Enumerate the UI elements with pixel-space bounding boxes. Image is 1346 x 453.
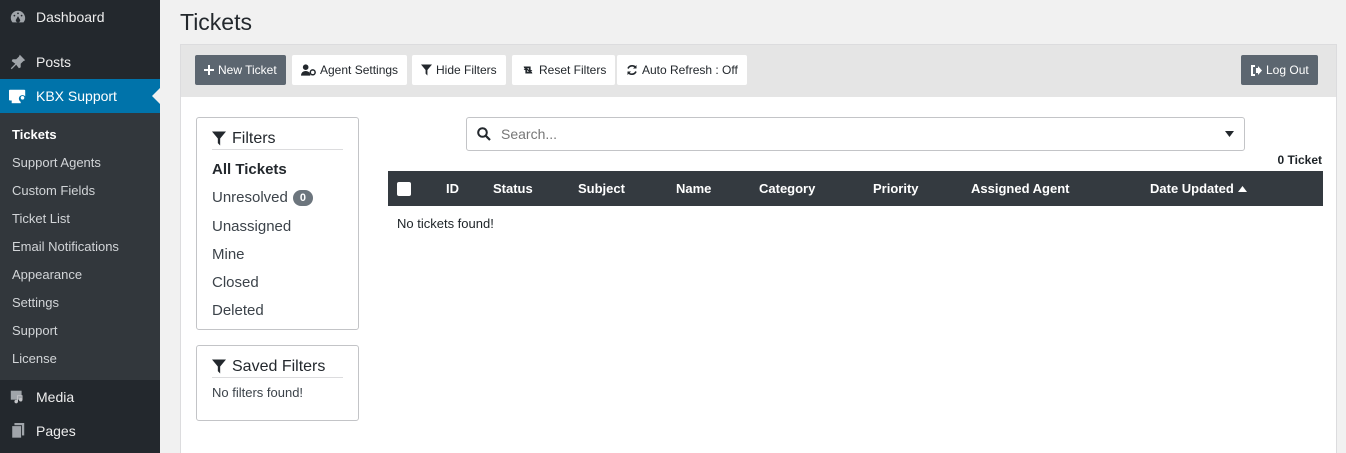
filters-heading: Filters (212, 128, 343, 150)
saved-filters-heading: Saved Filters (212, 356, 343, 378)
menu-item-media[interactable]: Media (0, 380, 160, 414)
log-out-button[interactable]: Log Out (1241, 55, 1318, 85)
tickets-table-header: ID Status Subject Name Category Priority… (388, 171, 1323, 206)
filter-unresolved[interactable]: Unresolved 0 (212, 189, 313, 206)
submenu-ticket-list[interactable]: Ticket List (12, 211, 70, 226)
reset-filters-label: Reset Filters (539, 63, 607, 77)
auto-refresh-button[interactable]: Auto Refresh : Off (617, 55, 747, 85)
caret-down-icon[interactable] (1225, 131, 1234, 137)
select-all-checkbox[interactable] (397, 182, 411, 196)
log-out-label: Log Out (1266, 63, 1309, 77)
column-status[interactable]: Status (493, 181, 533, 196)
saved-filters-box: Saved Filters No filters found! (196, 345, 359, 421)
column-date-updated-label: Date Updated (1150, 181, 1234, 196)
menu-item-pages[interactable]: Pages (0, 414, 160, 448)
filter-unresolved-label: Unresolved (212, 189, 288, 206)
filter-all-tickets[interactable]: All Tickets (212, 161, 287, 178)
menu-item-dashboard[interactable]: Dashboard (0, 0, 160, 34)
sign-out-icon (1251, 64, 1262, 76)
filter-unassigned[interactable]: Unassigned (212, 218, 291, 235)
submenu-tickets[interactable]: Tickets (12, 127, 57, 142)
filter-mine[interactable]: Mine (212, 246, 245, 263)
filters-title: Filters (232, 129, 276, 147)
filter-icon (212, 359, 226, 374)
submenu-support-agents[interactable]: Support Agents (12, 155, 101, 170)
kbx-support-submenu: Tickets Support Agents Custom Fields Tic… (0, 113, 160, 380)
column-id[interactable]: ID (446, 181, 459, 196)
column-date-updated[interactable]: Date Updated (1150, 181, 1247, 196)
column-priority[interactable]: Priority (873, 181, 919, 196)
search-input[interactable] (501, 126, 1215, 142)
page-title: Tickets (180, 9, 252, 35)
column-assigned-agent[interactable]: Assigned Agent (971, 181, 1069, 196)
unresolved-count-badge: 0 (292, 189, 313, 206)
agent-settings-button[interactable]: Agent Settings (292, 55, 408, 85)
refresh-icon (627, 65, 637, 75)
pushpin-icon (0, 53, 36, 71)
dashboard-icon (0, 8, 36, 26)
new-ticket-button[interactable]: New Ticket (195, 55, 286, 85)
reset-filters-button[interactable]: Reset Filters (512, 55, 616, 85)
user-cog-icon (301, 64, 316, 76)
menu-label-media: Media (36, 389, 75, 405)
filter-icon (421, 64, 432, 76)
menu-label-kbx-support: KBX Support (36, 88, 117, 104)
submenu-settings[interactable]: Settings (12, 295, 59, 310)
menu-label-posts: Posts (36, 54, 72, 70)
submenu-email-notifications[interactable]: Email Notifications (12, 239, 119, 254)
agent-settings-label: Agent Settings (320, 63, 399, 77)
admin-sidebar: Dashboard Posts KBX Support Tickets Supp… (0, 0, 160, 453)
submenu-appearance[interactable]: Appearance (12, 267, 82, 282)
auto-refresh-label: Auto Refresh : Off (642, 63, 738, 77)
menu-item-kbx-support[interactable]: KBX Support (0, 79, 160, 113)
column-category[interactable]: Category (759, 181, 815, 196)
menu-item-posts[interactable]: Posts (0, 45, 160, 79)
retweet-icon (523, 66, 533, 74)
column-subject[interactable]: Subject (578, 181, 625, 196)
hide-filters-button[interactable]: Hide Filters (412, 55, 506, 85)
search-icon (477, 127, 491, 141)
submenu-support[interactable]: Support (12, 323, 58, 338)
hide-filters-label: Hide Filters (436, 63, 497, 77)
ticket-count: 0 Ticket (1277, 153, 1322, 167)
sort-ascending-icon (1237, 185, 1247, 192)
menu-label-dashboard: Dashboard (36, 9, 105, 25)
saved-filters-title: Saved Filters (232, 357, 326, 375)
saved-filters-empty: No filters found! (212, 385, 304, 400)
no-tickets-message: No tickets found! (397, 216, 494, 231)
filters-box: Filters All Tickets Unresolved 0 Unassig… (196, 117, 359, 330)
column-name[interactable]: Name (676, 181, 711, 196)
submenu-license[interactable]: License (12, 351, 57, 366)
plus-icon (204, 65, 214, 75)
toolbar: New Ticket Agent Settings Hide Filters R… (181, 45, 1336, 97)
submenu-custom-fields[interactable]: Custom Fields (12, 183, 95, 198)
support-icon (0, 87, 36, 105)
media-icon (0, 388, 36, 406)
ticket-search[interactable] (466, 117, 1245, 151)
menu-label-pages: Pages (36, 423, 76, 439)
filter-deleted[interactable]: Deleted (212, 302, 264, 319)
filter-closed[interactable]: Closed (212, 274, 259, 291)
filter-icon (212, 131, 226, 146)
pages-icon (0, 422, 36, 440)
new-ticket-label: New Ticket (218, 63, 277, 77)
tickets-panel: New Ticket Agent Settings Hide Filters R… (180, 44, 1337, 453)
